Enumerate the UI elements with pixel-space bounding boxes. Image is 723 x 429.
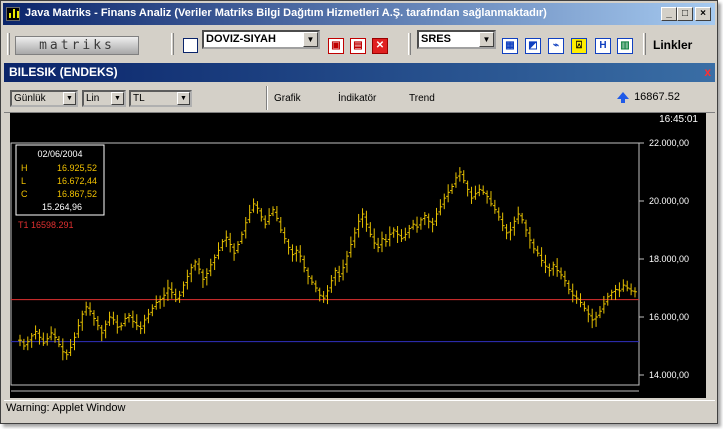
scale-select[interactable]: Lin ▼	[82, 90, 126, 107]
info-value: 16.867,52	[57, 189, 97, 199]
last-price-value: 16867.52	[634, 91, 680, 103]
currency-select[interactable]: DOVIZ-SIYAH ▼	[202, 30, 320, 49]
symbol-select-value: SRES	[421, 33, 451, 45]
up-arrow-icon	[617, 92, 629, 103]
toolbar-grip[interactable]	[171, 33, 174, 55]
window-checkbox[interactable]	[183, 38, 198, 53]
toolbar-grip[interactable]	[643, 33, 646, 55]
title-bar[interactable]: Java Matriks - Finans Analiz (Veriler Ma…	[3, 3, 715, 25]
plot-frame	[10, 142, 640, 386]
info-extra: 15.264,96	[42, 202, 82, 212]
period-select-value: Günlük	[14, 93, 46, 104]
news-icon[interactable]: H	[595, 38, 611, 54]
menu-grafik[interactable]: Grafik	[274, 93, 301, 104]
price-chart-svg: 22.000,00 20.000,00 18.000,00 16.000,00 14.0…	[10, 114, 698, 392]
print-icon[interactable]: ▤	[350, 38, 366, 54]
currency-select-value: DOVIZ-SIYAH	[206, 33, 276, 45]
info-value: 16.672,44	[57, 176, 97, 186]
last-price: 16867.52	[617, 91, 680, 103]
main-toolbar: matriks DOVIZ-SIYAH ▼ ▣ ▤ ✕ SRES ▼ ▦ ◩ ⌁…	[3, 30, 715, 60]
status-bar: Warning: Applet Window	[4, 400, 715, 416]
links-menu[interactable]: Linkler	[653, 38, 692, 52]
table-icon[interactable]: ▦	[502, 38, 518, 54]
chart-icon[interactable]: ◩	[525, 38, 541, 54]
delete-icon[interactable]: ✕	[372, 38, 388, 54]
chevron-down-icon[interactable]: ▼	[177, 92, 190, 105]
menu-trend[interactable]: Trend	[409, 93, 435, 104]
chart-options-bar: Günlük ▼ Lin ▼ TL ▼ Grafik İndikatör Tre…	[4, 83, 715, 113]
window-title: Java Matriks - Finans Analiz (Veriler Ma…	[25, 7, 547, 19]
info-date: 02/06/2004	[37, 149, 82, 159]
chevron-down-icon[interactable]: ▼	[63, 92, 76, 105]
y-tick-label: 20.000,00	[649, 196, 689, 206]
app-window: Java Matriks - Finans Analiz (Veriler Ma…	[0, 0, 718, 424]
menu-indikator[interactable]: İndikatör	[338, 93, 376, 104]
y-tick-label: 14.000,00	[649, 370, 689, 380]
close-button[interactable]: ×	[695, 7, 711, 21]
calculator-icon[interactable]: ▥	[617, 38, 633, 54]
chevron-down-icon[interactable]: ▼	[111, 92, 124, 105]
options-divider	[266, 86, 268, 110]
status-text: Warning: Applet Window	[6, 402, 126, 414]
period-select[interactable]: Günlük ▼	[10, 90, 78, 107]
toolbar-grip[interactable]	[7, 33, 10, 55]
maximize-button[interactable]: □	[677, 7, 693, 21]
currency-unit-value: TL	[133, 93, 145, 104]
line-icon[interactable]: ⌁	[548, 38, 564, 54]
y-tick-label: 18.000,00	[649, 254, 689, 264]
info-key: C	[21, 189, 28, 199]
toolbar-grip[interactable]	[408, 33, 411, 55]
panel-title-bar: BILESIK (ENDEKS) x	[4, 63, 715, 82]
info-value: 16.925,52	[57, 163, 97, 173]
currency-unit-select[interactable]: TL ▼	[129, 90, 192, 107]
matriks-logo: matriks	[15, 36, 139, 55]
chart-time: 16:45:01	[659, 114, 698, 125]
price-chart[interactable]: 22.000,00 20.000,00 18.000,00 16.000,00 14.0…	[10, 113, 706, 398]
save-icon[interactable]: ▣	[328, 38, 344, 54]
panel-close-button[interactable]: x	[704, 63, 711, 82]
trend-label: T1 16598.291	[18, 220, 74, 230]
symbol-select[interactable]: SRES ▼	[417, 30, 496, 49]
app-chart-icon	[6, 7, 20, 21]
info-key: H	[21, 163, 28, 173]
y-tick-label: 16.000,00	[649, 312, 689, 322]
alarm-icon[interactable]: ⍓	[571, 38, 587, 54]
scale-select-value: Lin	[86, 93, 100, 104]
info-key: L	[21, 176, 26, 186]
minimize-button[interactable]: _	[661, 7, 677, 21]
panel-title: BILESIK (ENDEKS)	[9, 65, 118, 79]
y-tick-label: 22.000,00	[649, 138, 689, 148]
chevron-down-icon[interactable]: ▼	[479, 32, 494, 47]
chevron-down-icon[interactable]: ▼	[303, 32, 318, 47]
